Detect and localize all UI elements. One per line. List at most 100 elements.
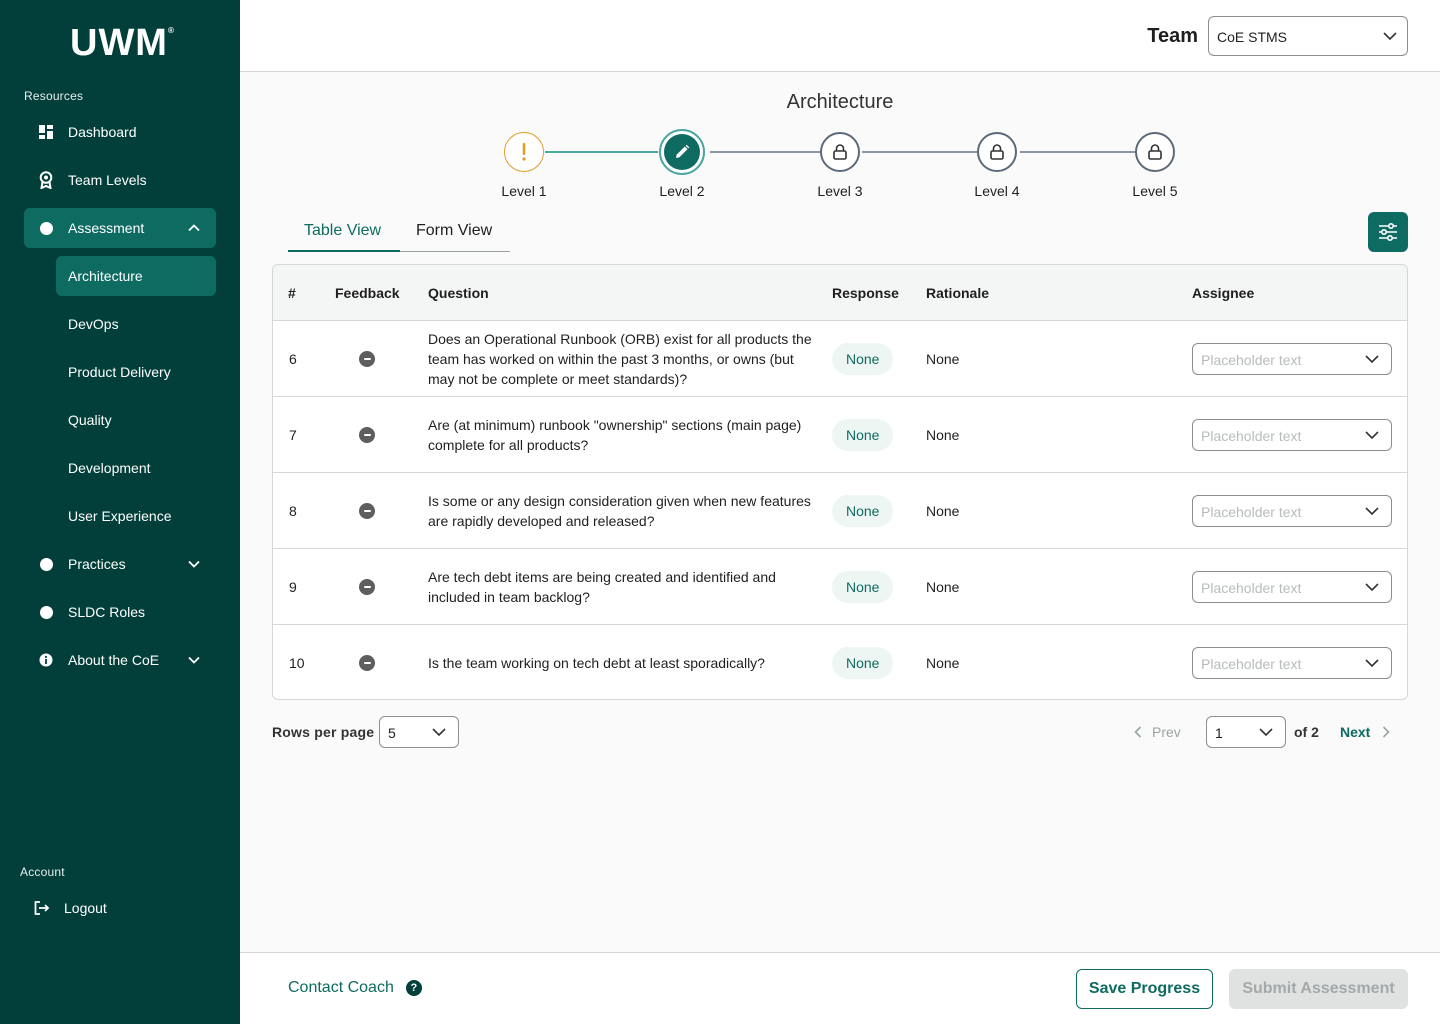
level-stepper: Level 1 Level 2 Level 3 Level 4 Level 5 (240, 129, 1440, 200)
sidebar-item-label: Practices (68, 556, 126, 572)
logout-label: Logout (64, 900, 107, 916)
view-tabs: Table View Form View (288, 216, 510, 252)
question-text: Is some or any design consideration give… (428, 493, 811, 529)
uwm-logo[interactable]: UWM® (70, 22, 175, 65)
assignee-select[interactable]: Placeholder text (1192, 495, 1392, 527)
table-row[interactable]: 10 Is the team working on tech debt at l… (273, 625, 1407, 699)
chevron-down-icon (1383, 32, 1397, 41)
lock-icon (977, 132, 1017, 172)
chevron-left-icon (1134, 726, 1142, 738)
row-number: 6 (289, 351, 297, 367)
save-progress-button[interactable]: Save Progress (1076, 969, 1213, 1009)
sidebar-subitem-devops[interactable]: DevOps (56, 304, 216, 344)
lock-icon (1135, 132, 1175, 172)
feedback-minus-icon[interactable] (359, 503, 375, 519)
tab-form-view[interactable]: Form View (416, 222, 492, 240)
feedback-minus-icon[interactable] (359, 351, 375, 367)
column-header-num: # (288, 285, 296, 301)
help-icon: ? (405, 980, 422, 996)
rationale-text: None (926, 655, 960, 671)
logout-button[interactable]: Logout (20, 888, 212, 928)
dot-icon (38, 604, 54, 620)
contact-coach-link[interactable]: Contact Coach ? (288, 979, 422, 997)
sidebar-item-label: Team Levels (68, 172, 147, 188)
chevron-right-icon (1383, 726, 1390, 738)
tab-table-view[interactable]: Table View (304, 222, 381, 240)
response-chip[interactable]: None (832, 419, 894, 451)
step-level-2[interactable]: Level 2 (642, 129, 722, 199)
step-level-1[interactable]: Level 1 (484, 130, 564, 199)
team-select[interactable]: CoE STMS (1208, 16, 1408, 56)
rows-per-page-select[interactable]: 5 (379, 716, 459, 748)
logout-icon (34, 900, 50, 916)
step-level-3[interactable]: Level 3 (800, 130, 880, 199)
chevron-down-icon (1365, 659, 1379, 668)
question-text: Are tech debt items are being created an… (428, 569, 776, 605)
sidebar-subitem-product-delivery[interactable]: Product Delivery (56, 352, 216, 392)
sidebar-item-sldc-roles[interactable]: SLDC Roles (24, 592, 216, 632)
step-level-4[interactable]: Level 4 (957, 130, 1037, 199)
feedback-minus-icon[interactable] (359, 579, 375, 595)
chevron-down-icon (1365, 583, 1379, 592)
sidebar-item-dashboard[interactable]: Dashboard (24, 112, 216, 152)
rationale-text: None (926, 503, 960, 519)
chevron-down-icon (188, 560, 200, 568)
submit-assessment-button[interactable]: Submit Assessment (1229, 969, 1408, 1009)
sidebar-subitem-quality[interactable]: Quality (56, 400, 216, 440)
page-count: of 2 (1294, 724, 1319, 740)
chevron-down-icon (432, 728, 446, 737)
award-icon (38, 171, 54, 189)
row-number: 9 (289, 579, 297, 595)
question-text: Does an Operational Runbook (ORB) exist … (428, 331, 812, 387)
table-row[interactable]: 7 Are (at minimum) runbook "ownership" s… (273, 397, 1407, 473)
step-label: Level 4 (974, 183, 1020, 199)
assignee-select[interactable]: Placeholder text (1192, 571, 1392, 603)
sidebar-item-assessment[interactable]: Assessment (24, 208, 216, 248)
response-chip[interactable]: None (832, 343, 894, 375)
response-chip[interactable]: None (832, 647, 894, 679)
column-header-response: Response (832, 285, 899, 301)
sidebar-item-label: Assessment (68, 220, 145, 236)
next-page-button[interactable]: Next (1340, 724, 1390, 740)
assignee-select[interactable]: Placeholder text (1192, 647, 1392, 679)
table-row[interactable]: 8 Is some or any design consideration gi… (273, 473, 1407, 549)
sidebar-item-label: About the CoE (68, 652, 160, 668)
page-select[interactable]: 1 (1206, 716, 1286, 748)
sidebar-subitem-user-experience[interactable]: User Experience (56, 496, 216, 536)
sidebar-item-team-levels[interactable]: Team Levels (24, 160, 216, 200)
chevron-down-icon (1365, 431, 1379, 440)
row-number: 8 (289, 503, 297, 519)
chevron-down-icon (188, 656, 200, 664)
rationale-text: None (926, 427, 960, 443)
response-chip[interactable]: None (832, 495, 894, 527)
sidebar-subitem-architecture[interactable]: Architecture (56, 256, 216, 296)
step-level-5[interactable]: Level 5 (1115, 130, 1195, 199)
assignee-select[interactable]: Placeholder text (1192, 419, 1392, 451)
filter-settings-button[interactable] (1368, 212, 1408, 252)
lock-icon (820, 132, 860, 172)
table-row[interactable]: 6 Does an Operational Runbook (ORB) exis… (273, 321, 1407, 397)
prev-page-button[interactable]: Prev (1134, 724, 1181, 740)
feedback-minus-icon[interactable] (359, 655, 375, 671)
step-label: Level 5 (1132, 183, 1178, 199)
assignee-placeholder: Placeholder text (1201, 656, 1302, 672)
top-header: Team CoE STMS (240, 0, 1440, 72)
table-row[interactable]: 9 Are tech debt items are being created … (273, 549, 1407, 625)
chevron-down-icon (1365, 355, 1379, 364)
sidebar-item-label: Dashboard (68, 124, 137, 140)
sidebar-subitem-development[interactable]: Development (56, 448, 216, 488)
response-chip[interactable]: None (832, 571, 894, 603)
active-tab-indicator (288, 250, 400, 252)
sliders-icon (1379, 223, 1397, 241)
sidebar-item-practices[interactable]: Practices (24, 544, 216, 584)
feedback-minus-icon[interactable] (359, 427, 375, 443)
account-label: Account (20, 865, 65, 879)
next-label: Next (1340, 724, 1371, 740)
assignee-select[interactable]: Placeholder text (1192, 343, 1392, 375)
column-header-rationale: Rationale (926, 285, 990, 301)
step-label: Level 2 (659, 183, 705, 199)
assignee-placeholder: Placeholder text (1201, 352, 1302, 368)
sidebar-item-about-the-coe[interactable]: About the CoE (24, 640, 216, 680)
rationale-text: None (926, 579, 960, 595)
dashboard-icon (38, 124, 54, 140)
